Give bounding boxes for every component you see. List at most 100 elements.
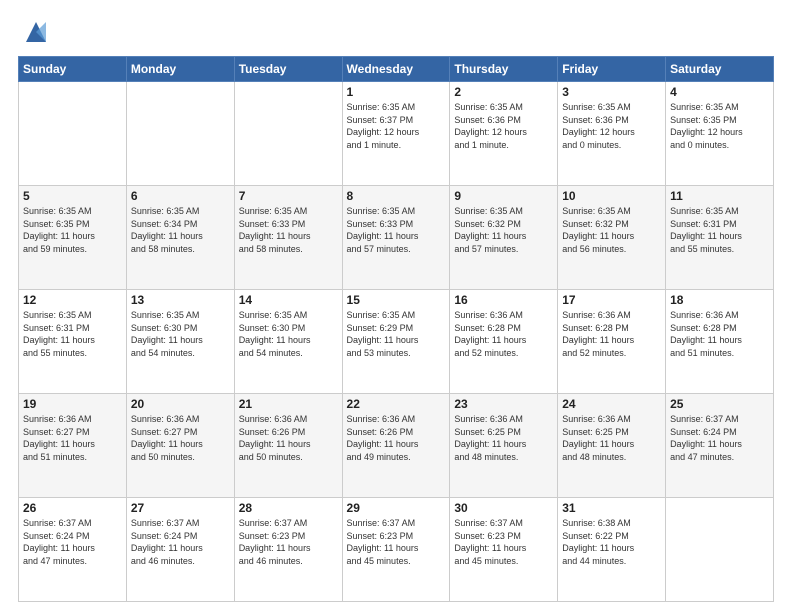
calendar-week-row: 19 Sunrise: 6:36 AM Sunset: 6:27 PM Dayli… [19,394,774,498]
day-info: Sunrise: 6:36 AM Sunset: 6:27 PM Dayligh… [23,413,122,463]
day-info: Sunrise: 6:35 AM Sunset: 6:31 PM Dayligh… [23,309,122,359]
day-info: Sunrise: 6:36 AM Sunset: 6:26 PM Dayligh… [239,413,338,463]
day-info: Sunrise: 6:37 AM Sunset: 6:23 PM Dayligh… [347,517,446,567]
day-info: Sunrise: 6:38 AM Sunset: 6:22 PM Dayligh… [562,517,661,567]
day-info: Sunrise: 6:35 AM Sunset: 6:36 PM Dayligh… [562,101,661,151]
day-info: Sunrise: 6:35 AM Sunset: 6:29 PM Dayligh… [347,309,446,359]
day-info: Sunrise: 6:35 AM Sunset: 6:36 PM Dayligh… [454,101,553,151]
calendar-cell: 7 Sunrise: 6:35 AM Sunset: 6:33 PM Daylig… [234,186,342,290]
day-info: Sunrise: 6:35 AM Sunset: 6:35 PM Dayligh… [23,205,122,255]
calendar-cell: 9 Sunrise: 6:35 AM Sunset: 6:32 PM Daylig… [450,186,558,290]
day-number: 29 [347,501,446,515]
day-number: 10 [562,189,661,203]
calendar-cell: 23 Sunrise: 6:36 AM Sunset: 6:25 PM Dayli… [450,394,558,498]
day-number: 16 [454,293,553,307]
day-info: Sunrise: 6:37 AM Sunset: 6:24 PM Dayligh… [670,413,769,463]
calendar-cell: 31Sunrise: 6:38 AM Sunset: 6:22 PM Dayli… [558,498,666,602]
header [18,18,774,46]
day-number: 12 [23,293,122,307]
day-info: Sunrise: 6:36 AM Sunset: 6:25 PM Dayligh… [562,413,661,463]
day-info: Sunrise: 6:35 AM Sunset: 6:30 PM Dayligh… [239,309,338,359]
day-number: 27 [131,501,230,515]
day-number: 18 [670,293,769,307]
calendar-week-row: 26 Sunrise: 6:37 AM Sunset: 6:24 PM Dayli… [19,498,774,602]
day-info: Sunrise: 6:37 AM Sunset: 6:24 PM Dayligh… [131,517,230,567]
calendar-cell: 3 Sunrise: 6:35 AM Sunset: 6:36 PM Daylig… [558,82,666,186]
day-info: Sunrise: 6:35 AM Sunset: 6:35 PM Dayligh… [670,101,769,151]
calendar-cell [19,82,127,186]
day-number: 23 [454,397,553,411]
calendar-cell: 26 Sunrise: 6:37 AM Sunset: 6:24 PM Dayli… [19,498,127,602]
day-info: Sunrise: 6:35 AM Sunset: 6:32 PM Dayligh… [454,205,553,255]
day-number: 26 [23,501,122,515]
weekday-header: Monday [126,57,234,82]
weekday-header: Saturday [666,57,774,82]
calendar-cell: 27 Sunrise: 6:37 AM Sunset: 6:24 PM Dayli… [126,498,234,602]
calendar-cell: 17 Sunrise: 6:36 AM Sunset: 6:28 PM Dayli… [558,290,666,394]
day-info: Sunrise: 6:37 AM Sunset: 6:23 PM Dayligh… [454,517,553,567]
day-number: 25 [670,397,769,411]
calendar-week-row: 5Sunrise: 6:35 AM Sunset: 6:35 PM Daylig… [19,186,774,290]
calendar-cell: 11 Sunrise: 6:35 AM Sunset: 6:31 PM Dayli… [666,186,774,290]
day-info: Sunrise: 6:36 AM Sunset: 6:28 PM Dayligh… [454,309,553,359]
calendar-cell: 12 Sunrise: 6:35 AM Sunset: 6:31 PM Dayli… [19,290,127,394]
calendar-cell: 28Sunrise: 6:37 AM Sunset: 6:23 PM Dayli… [234,498,342,602]
day-number: 2 [454,85,553,99]
day-number: 19 [23,397,122,411]
calendar-cell: 15 Sunrise: 6:35 AM Sunset: 6:29 PM Dayli… [342,290,450,394]
day-number: 6 [131,189,230,203]
calendar-cell: 25 Sunrise: 6:37 AM Sunset: 6:24 PM Dayli… [666,394,774,498]
calendar-cell [666,498,774,602]
calendar-cell: 1Sunrise: 6:35 AM Sunset: 6:37 PM Daylig… [342,82,450,186]
calendar-cell: 21Sunrise: 6:36 AM Sunset: 6:26 PM Dayli… [234,394,342,498]
calendar-cell: 18Sunrise: 6:36 AM Sunset: 6:28 PM Dayli… [666,290,774,394]
day-info: Sunrise: 6:36 AM Sunset: 6:28 PM Dayligh… [562,309,661,359]
day-number: 7 [239,189,338,203]
calendar-cell: 30 Sunrise: 6:37 AM Sunset: 6:23 PM Dayli… [450,498,558,602]
day-number: 15 [347,293,446,307]
weekday-header: Thursday [450,57,558,82]
logo [18,18,50,46]
logo-icon [22,18,50,46]
calendar-cell: 5Sunrise: 6:35 AM Sunset: 6:35 PM Daylig… [19,186,127,290]
day-number: 9 [454,189,553,203]
day-info: Sunrise: 6:37 AM Sunset: 6:24 PM Dayligh… [23,517,122,567]
calendar-cell: 8 Sunrise: 6:35 AM Sunset: 6:33 PM Daylig… [342,186,450,290]
calendar-cell [126,82,234,186]
calendar-cell: 2 Sunrise: 6:35 AM Sunset: 6:36 PM Daylig… [450,82,558,186]
calendar-cell: 13 Sunrise: 6:35 AM Sunset: 6:30 PM Dayli… [126,290,234,394]
day-number: 1 [347,85,446,99]
day-info: Sunrise: 6:36 AM Sunset: 6:25 PM Dayligh… [454,413,553,463]
day-number: 4 [670,85,769,99]
page: SundayMondayTuesdayWednesdayThursdayFrid… [0,0,792,612]
day-number: 24 [562,397,661,411]
day-info: Sunrise: 6:36 AM Sunset: 6:26 PM Dayligh… [347,413,446,463]
day-number: 28 [239,501,338,515]
calendar-cell [234,82,342,186]
day-info: Sunrise: 6:35 AM Sunset: 6:32 PM Dayligh… [562,205,661,255]
calendar-cell: 4 Sunrise: 6:35 AM Sunset: 6:35 PM Daylig… [666,82,774,186]
calendar-cell: 24 Sunrise: 6:36 AM Sunset: 6:25 PM Dayli… [558,394,666,498]
calendar-cell: 22Sunrise: 6:36 AM Sunset: 6:26 PM Dayli… [342,394,450,498]
day-info: Sunrise: 6:35 AM Sunset: 6:33 PM Dayligh… [239,205,338,255]
day-info: Sunrise: 6:35 AM Sunset: 6:30 PM Dayligh… [131,309,230,359]
day-number: 8 [347,189,446,203]
day-number: 3 [562,85,661,99]
calendar-cell: 19 Sunrise: 6:36 AM Sunset: 6:27 PM Dayli… [19,394,127,498]
day-number: 11 [670,189,769,203]
calendar-cell: 29 Sunrise: 6:37 AM Sunset: 6:23 PM Dayli… [342,498,450,602]
calendar-cell: 16 Sunrise: 6:36 AM Sunset: 6:28 PM Dayli… [450,290,558,394]
weekday-header: Sunday [19,57,127,82]
day-number: 30 [454,501,553,515]
weekday-header-row: SundayMondayTuesdayWednesdayThursdayFrid… [19,57,774,82]
day-info: Sunrise: 6:36 AM Sunset: 6:27 PM Dayligh… [131,413,230,463]
weekday-header: Friday [558,57,666,82]
day-info: Sunrise: 6:35 AM Sunset: 6:33 PM Dayligh… [347,205,446,255]
calendar-cell: 14Sunrise: 6:35 AM Sunset: 6:30 PM Dayli… [234,290,342,394]
calendar-cell: 10 Sunrise: 6:35 AM Sunset: 6:32 PM Dayli… [558,186,666,290]
weekday-header: Wednesday [342,57,450,82]
day-info: Sunrise: 6:35 AM Sunset: 6:31 PM Dayligh… [670,205,769,255]
calendar-week-row: 12 Sunrise: 6:35 AM Sunset: 6:31 PM Dayli… [19,290,774,394]
day-number: 17 [562,293,661,307]
day-number: 13 [131,293,230,307]
